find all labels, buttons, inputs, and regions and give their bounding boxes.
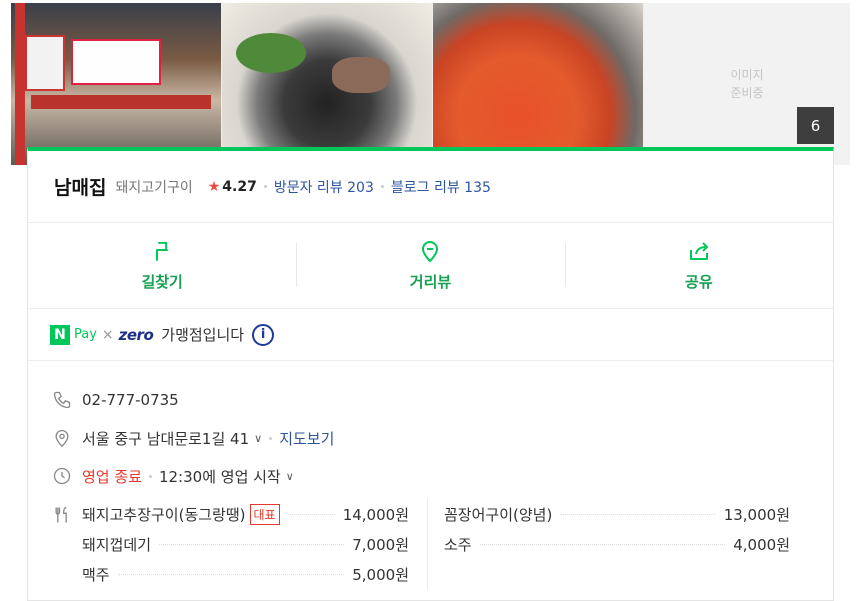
chevron-down-icon[interactable]: ∨ (254, 432, 262, 445)
share-label: 공유 (685, 273, 713, 291)
directions-button[interactable]: 길찾기 (28, 223, 296, 308)
place-category: 돼지고기구이 (115, 179, 193, 196)
naver-n-logo: N (50, 324, 70, 345)
pay-logo-text: Pay (74, 327, 97, 342)
no-image-placeholder[interactable]: 이미지 준비중 6 (644, 3, 850, 165)
view-map-link[interactable]: 지도보기 (279, 428, 334, 449)
menu-column-right: 꼼장어구이(양념) 13,000원 소주 4,000원 (428, 499, 790, 589)
storefront-photo[interactable] (11, 3, 221, 165)
spicy-meat-photo[interactable] (433, 3, 643, 165)
menu-item-price: 13,000원 (723, 505, 790, 524)
place-card: 남매집 돼지고기구이 ★ 4.27 방문자 리뷰 203 블로그 리뷰 135 … (27, 147, 834, 601)
signature-badge: 대표 (249, 503, 280, 525)
menu-item[interactable]: 맥주 5,000원 (82, 559, 409, 589)
menu-section: 돼지고추장구이(동그랑땡) 대표 14,000원 돼지껍데기 7,000원 맥주… (52, 499, 833, 589)
times-symbol: × (101, 326, 114, 343)
star-icon: ★ (207, 178, 221, 195)
hours-row: 영업 종료 12:30에 영업 시작 ∨ (52, 457, 833, 495)
place-name: 남매집 (54, 177, 107, 199)
phone-icon (53, 391, 71, 409)
separator-dot (269, 436, 273, 440)
place-rating: 4.27 (222, 178, 257, 195)
title-bar: 남매집 돼지고기구이 ★ 4.27 방문자 리뷰 203 블로그 리뷰 135 (28, 151, 833, 223)
menu-item-price: 14,000원 (342, 505, 409, 524)
no-image-text-line1: 이미지 (730, 68, 764, 82)
chevron-down-icon[interactable]: ∨ (286, 470, 294, 483)
menu-item-name: 꼼장어구이(양념) (444, 505, 553, 524)
menu-item-name: 돼지껍데기 (82, 535, 152, 554)
separator-dot (263, 185, 267, 188)
menu-column-left: 돼지고추장구이(동그랑땡) 대표 14,000원 돼지껍데기 7,000원 맥주… (82, 499, 428, 589)
blog-reviews-link[interactable]: 블로그 리뷰 135 (391, 177, 491, 197)
zero-logo-text: zero (118, 325, 154, 344)
phone-row: 02-777-0735 (52, 381, 833, 419)
menu-item-price: 4,000원 (733, 535, 790, 554)
directions-label: 길찾기 (141, 273, 183, 291)
directions-icon (156, 241, 169, 261)
business-status: 영업 종료 (82, 467, 142, 486)
street-view-icon (422, 241, 439, 263)
menu-item[interactable]: 돼지껍데기 7,000원 (82, 529, 409, 559)
address-text[interactable]: 서울 중구 남대문로1길 41 (82, 428, 249, 449)
info-section: 02-777-0735 서울 중구 남대문로1길 41 ∨ 지도보기 영업 종료… (28, 361, 833, 589)
menu-item-name: 맥주 (82, 565, 110, 584)
menu-item-name: 돼지고추장구이(동그랑땡) (82, 505, 246, 524)
menu-item-price: 7,000원 (352, 535, 409, 554)
grill-photo[interactable] (222, 3, 432, 165)
share-icon (689, 242, 708, 260)
location-pin-icon (55, 429, 69, 448)
clock-icon (53, 467, 71, 485)
npay-merchant-text: 가맹점입니다 (161, 326, 245, 344)
share-button[interactable]: 공유 (564, 223, 833, 308)
info-icon[interactable]: i (252, 323, 275, 346)
action-bar: 길찾기 거리뷰 공유 (28, 223, 833, 309)
visitor-reviews-link[interactable]: 방문자 리뷰 203 (274, 177, 374, 197)
no-image-text-line2: 준비중 (730, 86, 764, 100)
menu-item-name: 소주 (444, 535, 472, 554)
street-view-button[interactable]: 거리뷰 (296, 223, 564, 308)
street-view-label: 거리뷰 (409, 273, 452, 291)
menu-item[interactable]: 소주 4,000원 (444, 529, 790, 559)
phone-number[interactable]: 02-777-0735 (82, 391, 179, 409)
menu-item[interactable]: 돼지고추장구이(동그랑땡) 대표 14,000원 (82, 499, 409, 529)
fork-knife-icon (55, 506, 67, 523)
opening-time-text[interactable]: 12:30에 영업 시작 (159, 466, 281, 487)
menu-item-price: 5,000원 (352, 565, 409, 584)
photo-count-badge[interactable]: 6 (797, 107, 834, 144)
separator-dot (380, 185, 384, 188)
npay-zero-banner: N Pay × zero 가맹점입니다 i (28, 309, 833, 361)
menu-item[interactable]: 꼼장어구이(양념) 13,000원 (444, 499, 790, 529)
photo-strip: 이미지 준비중 6 (11, 3, 850, 165)
address-row: 서울 중구 남대문로1길 41 ∨ 지도보기 (52, 419, 833, 457)
separator-dot (148, 474, 152, 478)
